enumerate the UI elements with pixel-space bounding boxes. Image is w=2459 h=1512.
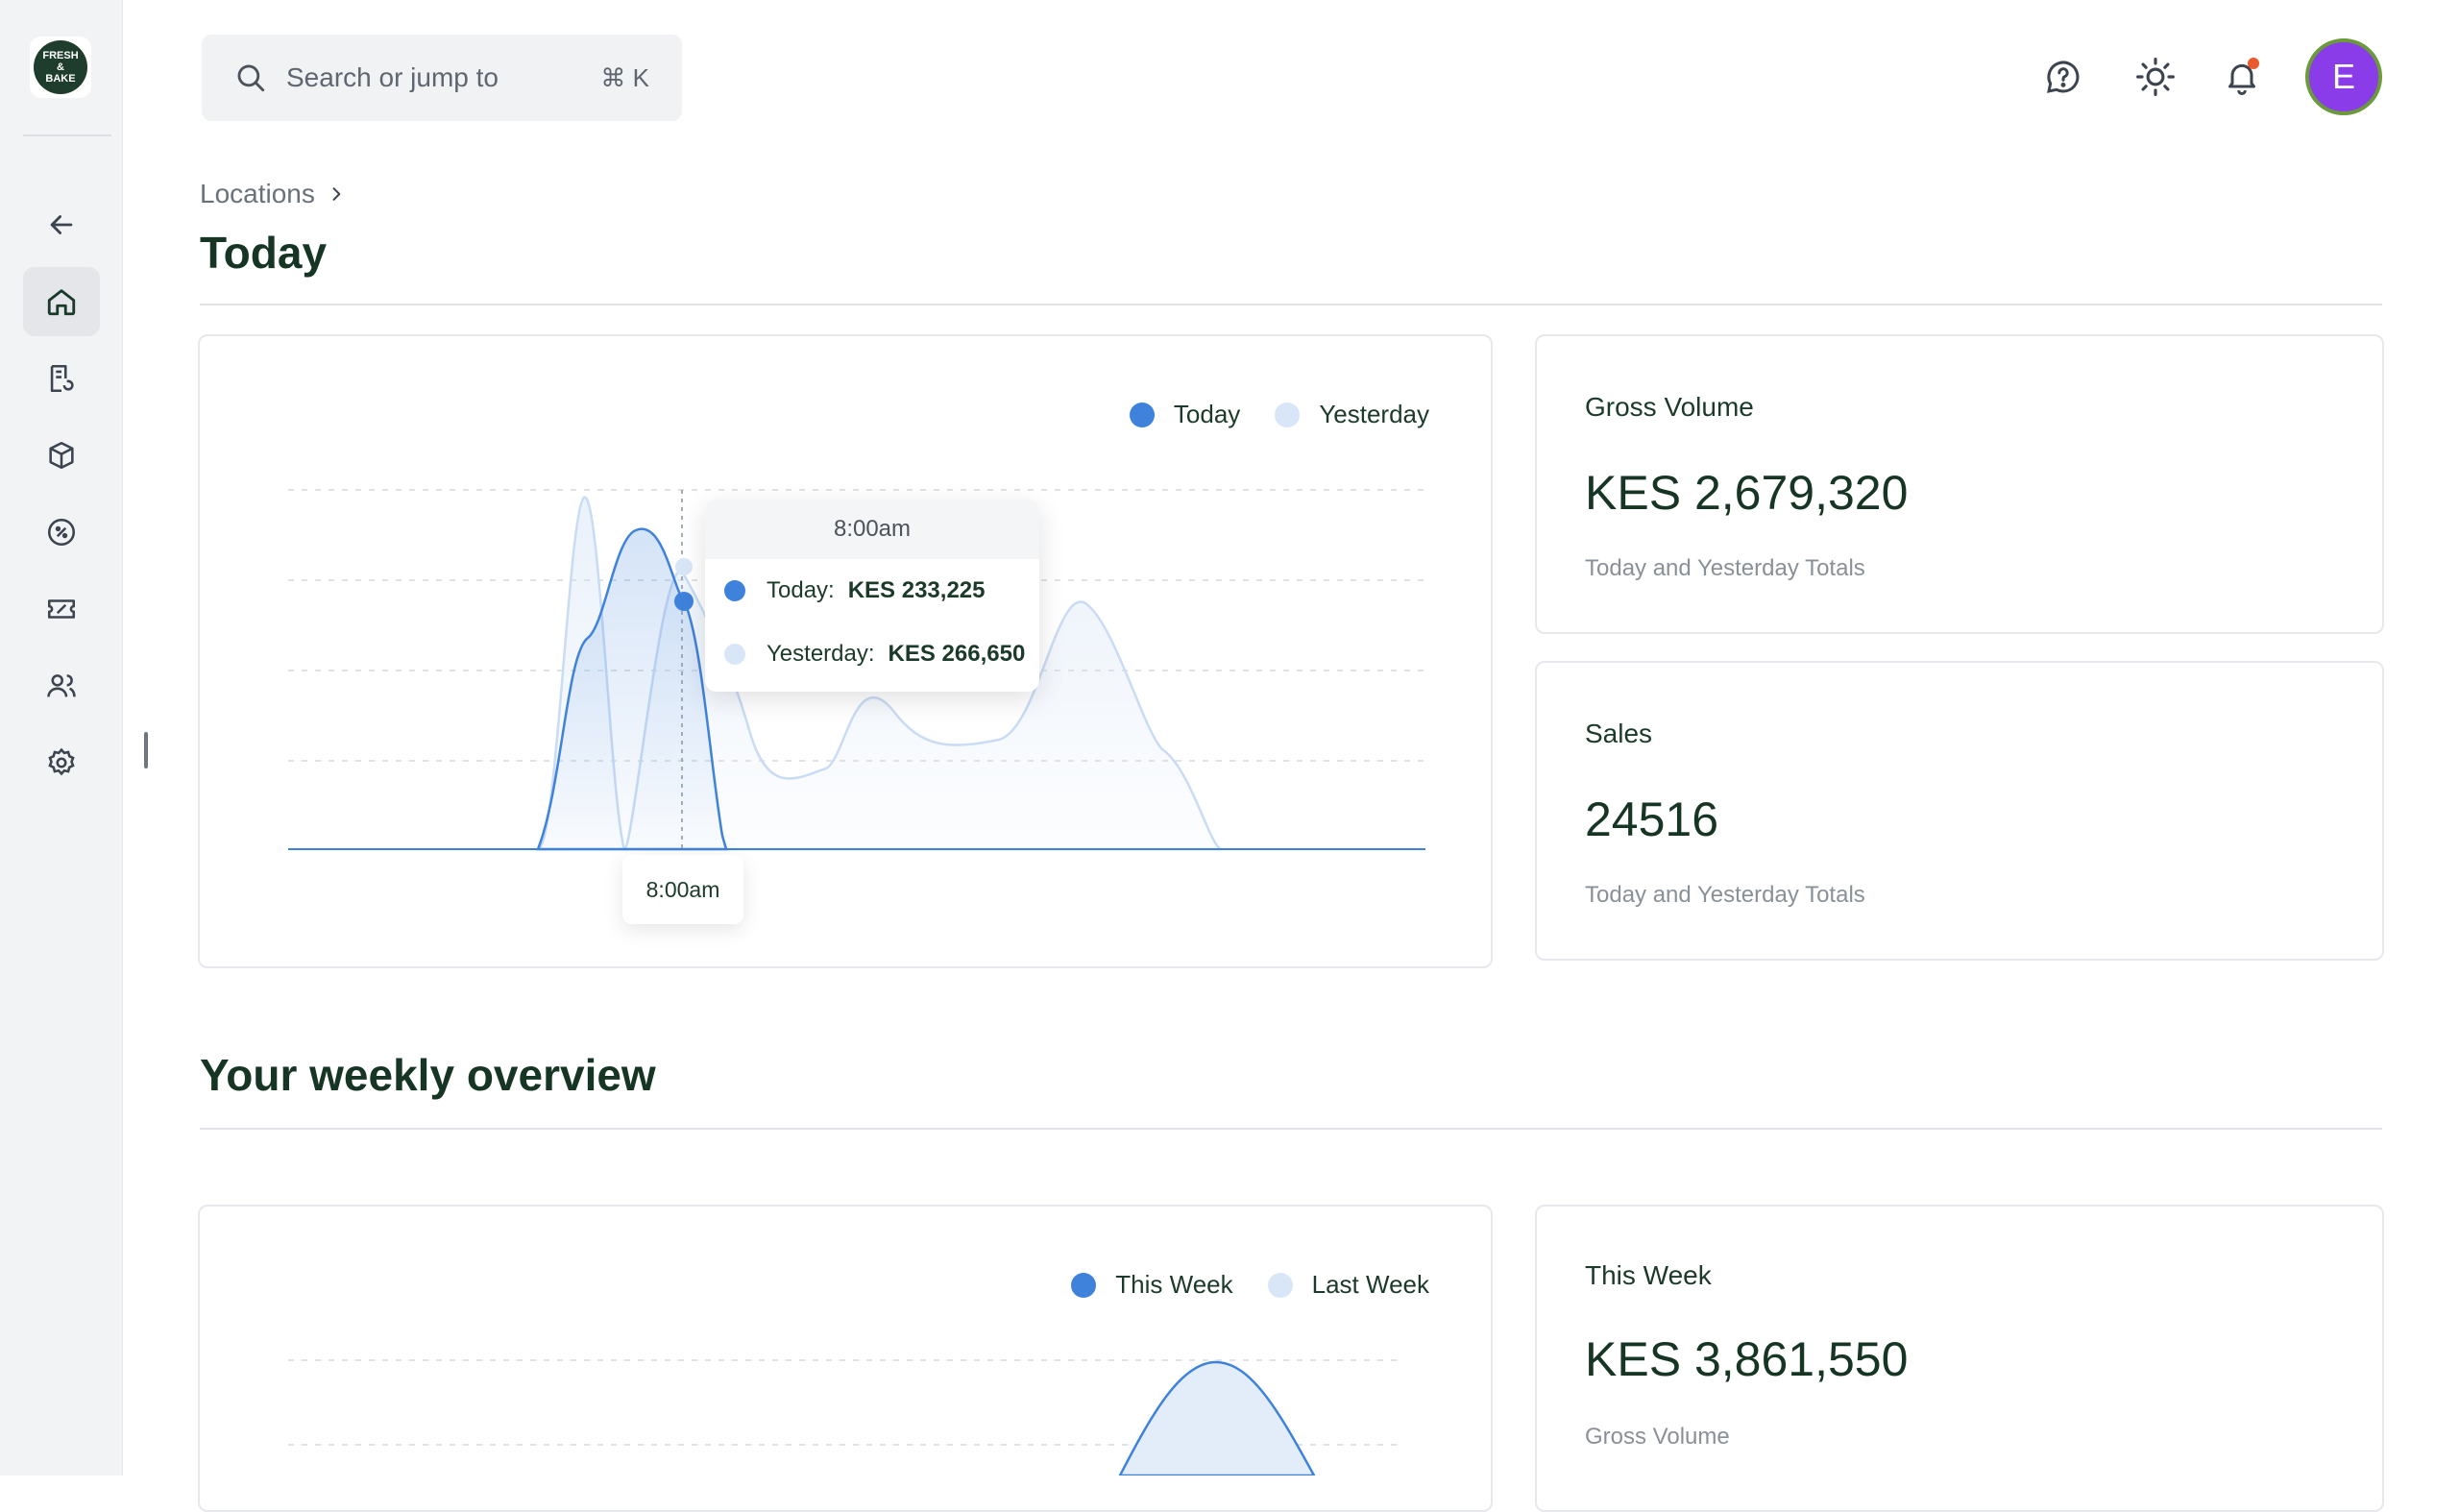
- this-week-value: KES 3,861,550: [1585, 1332, 1909, 1386]
- this-week-label: This Week: [1585, 1260, 1712, 1290]
- this-week-card: This Week KES 3,861,550 Gross Volume: [1535, 1205, 2384, 1512]
- this-week-area: [1118, 1360, 1316, 1475]
- this-week-sub: Gross Volume: [1585, 1424, 1730, 1450]
